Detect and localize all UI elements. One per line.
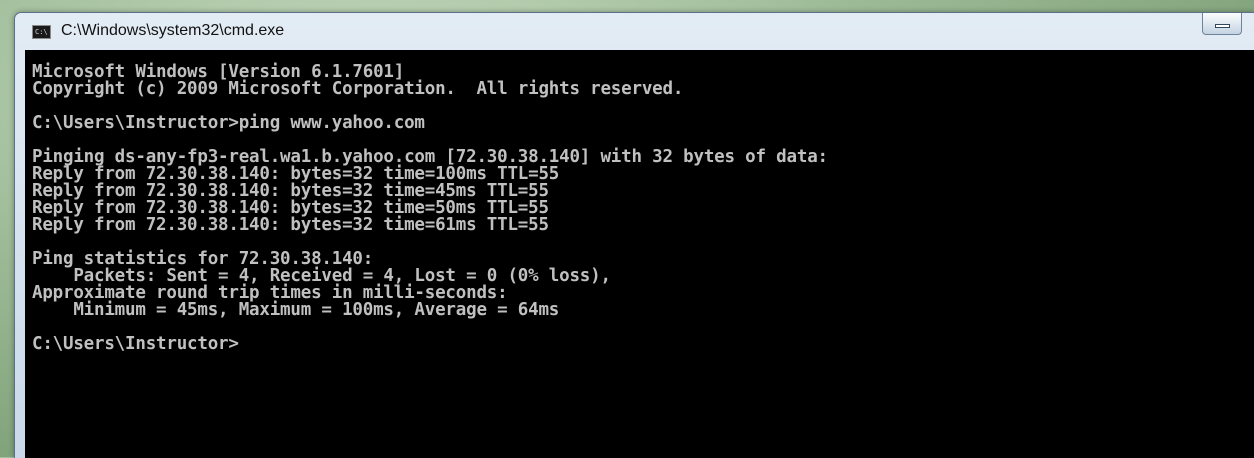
- window-title: C:\Windows\system32\cmd.exe: [61, 22, 285, 39]
- console-output[interactable]: Microsoft Windows [Version 6.1.7601] Cop…: [25, 50, 1254, 458]
- title-bar[interactable]: C:\ C:\Windows\system32\cmd.exe: [15, 13, 1254, 49]
- console-line: Reply from 72.30.38.140: bytes=32 time=6…: [32, 215, 549, 235]
- minimize-button[interactable]: [1202, 13, 1242, 35]
- command-prompt-line[interactable]: C:\Users\Instructor>: [32, 335, 1254, 353]
- minimize-icon: [1215, 24, 1230, 28]
- console-line: C:\Users\Instructor>ping www.yahoo.com: [32, 113, 425, 133]
- console-line: Copyright (c) 2009 Microsoft Corporation…: [32, 79, 684, 99]
- console-line: Minimum = 45ms, Maximum = 100ms, Average…: [32, 300, 560, 320]
- cmd-window: C:\ C:\Windows\system32\cmd.exe Microsof…: [14, 12, 1254, 458]
- cmd-icon[interactable]: C:\: [32, 25, 51, 39]
- cmd-icon-text: C:\: [35, 28, 48, 36]
